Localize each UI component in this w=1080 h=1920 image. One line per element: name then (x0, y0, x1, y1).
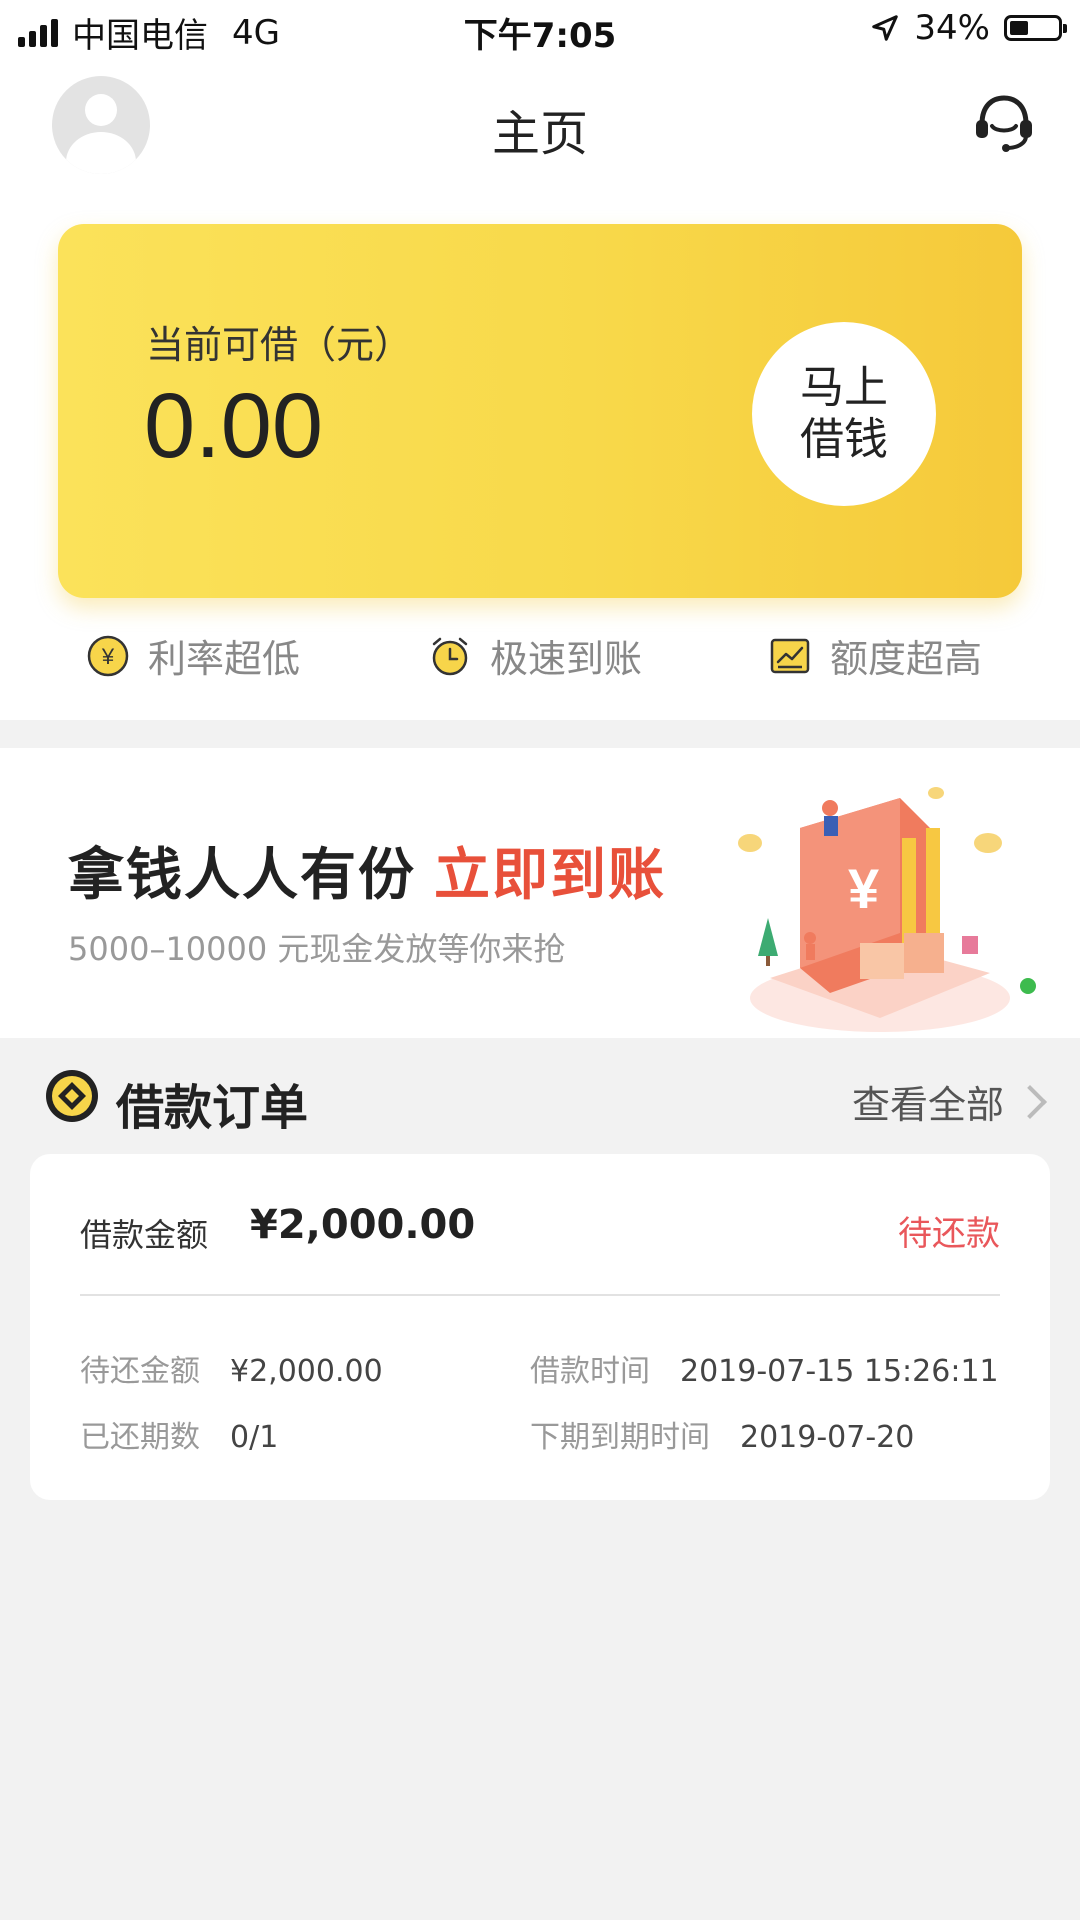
svg-text:¥: ¥ (101, 644, 115, 669)
view-all-link[interactable]: 查看全部 (851, 1074, 1047, 1129)
feature-row: ¥ 利率超低 极速到账 额度超高 (0, 628, 1080, 688)
svg-text:¥: ¥ (848, 857, 879, 920)
banner-subtitle: 5000–10000 元现金发放等你来抢 (68, 930, 566, 968)
banner-title-highlight: 立即到账 (434, 843, 666, 908)
carousel-indicator[interactable] (1020, 978, 1036, 994)
loan-amount-value: ¥2,000.00 (250, 1202, 476, 1248)
divider (80, 1294, 1000, 1296)
orders-header: 借款订单 查看全部 (0, 1038, 1080, 1154)
feature-high-limit: 额度超高 (768, 628, 982, 683)
promo-banner[interactable]: 拿钱人人有份 立即到账 5000–10000 元现金发放等你来抢 ¥ (0, 748, 1080, 1038)
banner-title-main: 拿钱人人有份 (68, 843, 416, 908)
order-card[interactable]: 借款金额 ¥2,000.00 待还款 待还金额 ¥2,000.00 借款时间 201… (30, 1154, 1050, 1500)
nav-bar: 主页 (0, 60, 1080, 190)
feature-label: 额度超高 (830, 637, 983, 681)
loan-time-row: 借款时间 2019-07-15 15:26:11 (530, 1346, 999, 1390)
page-title: 主页 (491, 106, 588, 162)
next-due-row: 下期到期时间 2019-07-20 (530, 1412, 914, 1456)
feature-fast: 极速到账 (428, 628, 642, 683)
available-credit-amount: 0.00 (144, 375, 324, 477)
alarm-clock-icon (432, 637, 468, 675)
money-illustration-icon: ¥ (738, 787, 1010, 1032)
borrow-now-button[interactable]: 马上 借钱 (752, 322, 936, 506)
borrow-button-line2: 借钱 (800, 414, 888, 465)
location-icon (872, 15, 899, 41)
orders-title: 借款订单 (116, 1080, 309, 1136)
paid-periods-value: 0/1 (230, 1420, 279, 1455)
loan-time-value: 2019-07-15 15:26:11 (680, 1354, 999, 1389)
loan-amount-label: 借款金额 (80, 1216, 209, 1254)
battery-percent: 34% (914, 8, 990, 48)
borrow-button-line1: 马上 (800, 362, 888, 413)
top-area: 当前可借（元） 0.00 马上 借钱 ¥ 利率超低 极速到账 额度超高 (0, 190, 1080, 720)
feature-low-rate: ¥ 利率超低 (86, 628, 300, 683)
pending-amount-row: 待还金额 ¥2,000.00 (80, 1346, 383, 1390)
yen-coin-icon: ¥ (87, 635, 129, 676)
battery-icon (1004, 15, 1067, 41)
feature-label: 极速到账 (490, 637, 643, 681)
status-right: 34% (870, 8, 1067, 48)
loan-time-label: 借款时间 (530, 1354, 650, 1389)
headset-icon[interactable] (968, 86, 1040, 158)
banner-title: 拿钱人人有份 立即到账 (68, 830, 666, 911)
next-due-value: 2019-07-20 (740, 1420, 915, 1455)
paid-periods-row: 已还期数 0/1 (80, 1412, 278, 1456)
view-all-label: 查看全部 (851, 1083, 1004, 1127)
pending-amount-label: 待还金额 (80, 1354, 200, 1389)
available-credit-label: 当前可借（元） (146, 323, 413, 367)
next-due-label: 下期到期时间 (530, 1420, 710, 1455)
pending-amount-value: ¥2,000.00 (230, 1354, 383, 1389)
paid-periods-label: 已还期数 (80, 1420, 200, 1455)
chevron-right-icon (1013, 1084, 1047, 1119)
order-status-badge: 待还款 (898, 1214, 1000, 1254)
coin-diamond-icon (46, 1070, 98, 1122)
feature-label: 利率超低 (148, 637, 301, 681)
credit-card: 当前可借（元） 0.00 马上 借钱 (58, 224, 1022, 598)
status-bar: 中国电信 4G 下午7:05 34% (0, 0, 1080, 60)
chart-up-icon (770, 638, 810, 673)
